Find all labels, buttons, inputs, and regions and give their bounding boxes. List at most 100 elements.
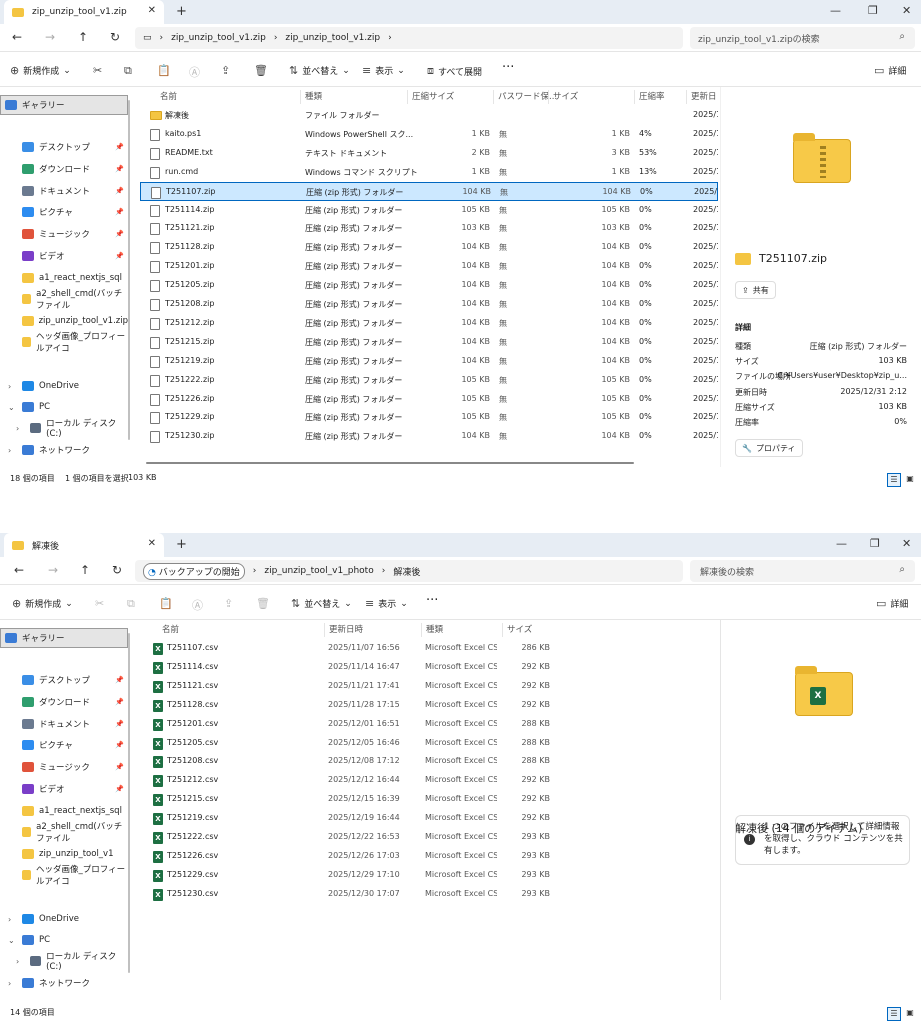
table-row[interactable]: X T251128.csv 2025/11/28 17:15 Microsoft Ex… bbox=[140, 696, 718, 715]
sidebar-item[interactable]: a2_shell_cmd(バッチファイル bbox=[0, 289, 128, 311]
pin-icon[interactable]: 📌 bbox=[115, 763, 124, 771]
table-row[interactable]: X T251205.csv 2025/12/05 16:46 Microsoft Ex… bbox=[140, 734, 718, 753]
new-button[interactable]: ⊕ 新規作成 ⌄ bbox=[12, 597, 73, 610]
table-row[interactable]: X T251222.csv 2025/12/22 16:53 Microsoft Ex… bbox=[140, 828, 718, 847]
sidebar-item[interactable]: ミュージック 📌 bbox=[0, 224, 128, 244]
chevron-right-icon[interactable]: › bbox=[8, 446, 11, 455]
delete-button[interactable]: 🗑 bbox=[256, 597, 270, 610]
cut-button[interactable]: ✂ bbox=[95, 597, 104, 610]
copy-button[interactable]: ⧉ bbox=[124, 64, 132, 78]
sidebar-item[interactable]: デスクトップ 📌 bbox=[0, 137, 128, 157]
table-row[interactable]: T251128.zip 圧縮 (zip 形式) フォルダー 104 KB 無 104 K… bbox=[140, 238, 718, 257]
table-row[interactable]: run.cmd Windows コマンド スクリプト 1 KB 無 1 KB 13% 202… bbox=[140, 163, 718, 182]
sidebar-item[interactable]: ダウンロード 📌 bbox=[0, 692, 128, 712]
new-tab-button[interactable]: + bbox=[176, 537, 187, 552]
more-options-button[interactable]: ··· bbox=[426, 593, 438, 608]
table-row[interactable]: X T251229.csv 2025/12/29 17:10 Microsoft Ex… bbox=[140, 866, 718, 885]
column-header[interactable]: 名前 bbox=[158, 623, 179, 637]
minimize-icon[interactable]: — bbox=[830, 4, 841, 17]
table-row[interactable]: T251219.zip 圧縮 (zip 形式) フォルダー 104 KB 無 104 K… bbox=[140, 352, 718, 371]
column-header[interactable]: サイズ bbox=[548, 90, 578, 104]
table-row[interactable]: README.txt テキスト ドキュメント 2 KB 無 3 KB 53% 2025/1 bbox=[140, 144, 718, 163]
delete-button[interactable]: 🗑 bbox=[254, 64, 268, 77]
close-tab-icon[interactable]: ✕ bbox=[148, 5, 156, 16]
table-row[interactable]: T251222.zip 圧縮 (zip 形式) フォルダー 105 KB 無 105 K… bbox=[140, 371, 718, 390]
sort-button[interactable]: ⇅ 並べ替え ⌄ bbox=[289, 64, 350, 77]
sidebar-item[interactable]: zip_unzip_tool_v1.zip bbox=[0, 311, 128, 331]
table-row[interactable]: T251230.zip 圧縮 (zip 形式) フォルダー 104 KB 無 104 K… bbox=[140, 427, 718, 446]
sidebar-item[interactable]: ドキュメント 📌 bbox=[0, 714, 128, 734]
pin-icon[interactable]: 📌 bbox=[115, 698, 124, 706]
sidebar-item[interactable]: ビデオ 📌 bbox=[0, 779, 128, 799]
sidebar-item[interactable]: › ネットワーク bbox=[0, 440, 128, 460]
sidebar-item[interactable]: ヘッダ画像_プロフィールアイコ bbox=[0, 865, 128, 887]
sidebar-item[interactable]: ヘッダ画像_プロフィールアイコ bbox=[0, 332, 128, 354]
pin-icon[interactable]: 📌 bbox=[115, 230, 124, 238]
forward-icon[interactable]: → bbox=[45, 30, 55, 44]
column-header[interactable]: 更新日時 bbox=[324, 623, 363, 637]
chevron-down-icon[interactable]: ⌄ bbox=[8, 403, 15, 412]
paste-button[interactable]: 📋 bbox=[157, 64, 171, 77]
table-row[interactable]: T251114.zip 圧縮 (zip 形式) フォルダー 105 KB 無 105 K… bbox=[140, 201, 718, 220]
new-tab-button[interactable]: + bbox=[176, 4, 187, 19]
copy-button[interactable]: ⧉ bbox=[127, 597, 135, 611]
pin-icon[interactable]: 📌 bbox=[115, 676, 124, 684]
sidebar-item[interactable]: ピクチャ 📌 bbox=[0, 735, 128, 755]
search-input[interactable]: zip_unzip_tool_v1.zipの検索 ⌕ bbox=[690, 27, 915, 49]
table-row[interactable]: T251226.zip 圧縮 (zip 形式) フォルダー 105 KB 無 105 K… bbox=[140, 390, 718, 409]
sidebar-item[interactable]: › ローカル ディスク (C:) bbox=[0, 418, 128, 439]
pin-icon[interactable]: 📌 bbox=[115, 785, 124, 793]
chevron-right-icon[interactable]: › bbox=[8, 382, 11, 391]
more-options-button[interactable]: ··· bbox=[502, 60, 514, 75]
chevron-down-icon[interactable]: ⌄ bbox=[8, 936, 15, 945]
column-header[interactable]: 種類 bbox=[421, 623, 443, 637]
breadcrumb[interactable]: ◔ バックアップの開始 › zip_unzip_tool_v1_photo › … bbox=[135, 560, 683, 582]
share-button[interactable]: ⇪ bbox=[221, 64, 230, 77]
up-icon[interactable]: ↑ bbox=[80, 563, 90, 577]
close-window-icon[interactable]: ✕ bbox=[902, 537, 911, 550]
table-row[interactable]: X T251201.csv 2025/12/01 16:51 Microsoft Ex… bbox=[140, 715, 718, 734]
table-row[interactable]: X T251208.csv 2025/12/08 17:12 Microsoft Ex… bbox=[140, 752, 718, 771]
details-pane-button[interactable]: ▭ 詳細 bbox=[874, 64, 906, 77]
breadcrumb[interactable]: ▭ › zip_unzip_tool_v1.zip › zip_unzip_to… bbox=[135, 27, 683, 49]
pin-icon[interactable]: 📌 bbox=[115, 252, 124, 260]
sort-button[interactable]: ⇅ 並べ替え ⌄ bbox=[291, 597, 352, 610]
sidebar-scrollbar[interactable] bbox=[128, 633, 130, 973]
up-icon[interactable]: ↑ bbox=[78, 30, 88, 44]
tab-zip[interactable]: zip_unzip_tool_v1.zip ✕ bbox=[4, 0, 164, 24]
table-row[interactable]: kaito.ps1 Windows PowerShell スク... 1 KB 無 1 … bbox=[140, 125, 718, 144]
sidebar-item[interactable]: zip_unzip_tool_v1 bbox=[0, 844, 128, 864]
pin-icon[interactable]: 📌 bbox=[115, 187, 124, 195]
back-icon[interactable]: ← bbox=[12, 30, 22, 44]
table-row[interactable]: X T251107.csv 2025/11/07 16:56 Microsoft Ex… bbox=[140, 639, 718, 658]
sidebar-item[interactable]: ⌄ PC bbox=[0, 930, 128, 950]
details-view-icon[interactable]: ☰ bbox=[887, 1007, 901, 1021]
pin-icon[interactable]: 📌 bbox=[115, 741, 124, 749]
details-pane-button[interactable]: ▭ 詳細 bbox=[876, 597, 908, 610]
share-button[interactable]: ⇪ 共有 bbox=[735, 281, 776, 299]
sidebar-item[interactable]: › ネットワーク bbox=[0, 973, 128, 993]
paste-button[interactable]: 📋 bbox=[159, 597, 173, 610]
pin-icon[interactable]: 📌 bbox=[115, 720, 124, 728]
pin-icon[interactable]: 📌 bbox=[115, 143, 124, 151]
tab-extracted[interactable]: 解凍後 ✕ bbox=[4, 533, 164, 557]
table-row[interactable]: T251201.zip 圧縮 (zip 形式) フォルダー 104 KB 無 104 K… bbox=[140, 257, 718, 276]
column-header[interactable]: 圧縮率 bbox=[634, 90, 665, 104]
sidebar-item[interactable]: › OneDrive bbox=[0, 376, 128, 396]
chevron-right-icon[interactable]: › bbox=[8, 915, 11, 924]
sidebar-item[interactable]: a1_react_nextjs_sql bbox=[0, 268, 128, 288]
new-button[interactable]: ⊕ 新規作成 ⌄ bbox=[10, 64, 71, 77]
sidebar-item[interactable]: › OneDrive bbox=[0, 909, 128, 929]
rename-button[interactable]: Ⓐ bbox=[192, 597, 203, 613]
table-row[interactable]: X T251114.csv 2025/11/14 16:47 Microsoft Ex… bbox=[140, 658, 718, 677]
breadcrumb-item[interactable]: zip_unzip_tool_v1.zip bbox=[171, 33, 266, 43]
backup-pill[interactable]: ◔ バックアップの開始 bbox=[143, 562, 245, 580]
sidebar-item[interactable]: a2_shell_cmd(バッチファイル bbox=[0, 822, 128, 844]
rename-button[interactable]: Ⓐ bbox=[189, 64, 200, 80]
table-row[interactable]: X T251121.csv 2025/11/21 17:41 Microsoft Ex… bbox=[140, 677, 718, 696]
table-row[interactable]: X T251230.csv 2025/12/30 17:07 Microsoft Ex… bbox=[140, 885, 718, 904]
close-tab-icon[interactable]: ✕ bbox=[148, 538, 156, 549]
sidebar-item[interactable]: ドキュメント 📌 bbox=[0, 181, 128, 201]
table-row[interactable]: X T251219.csv 2025/12/19 16:44 Microsoft Ex… bbox=[140, 809, 718, 828]
sidebar-item[interactable]: ギャラリー bbox=[0, 628, 128, 648]
